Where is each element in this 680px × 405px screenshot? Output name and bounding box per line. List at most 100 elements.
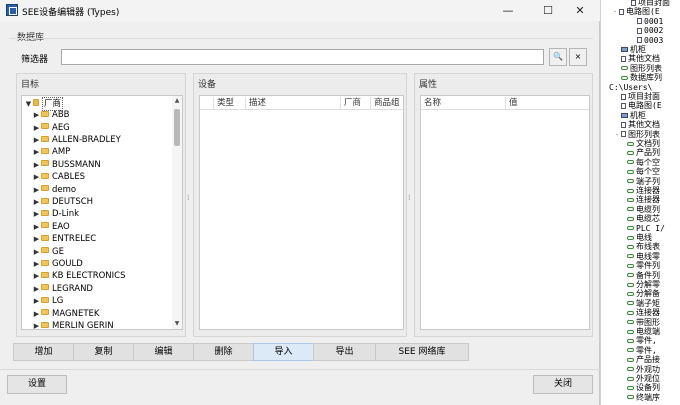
background-tree-row[interactable]: 电线 bbox=[621, 233, 652, 242]
background-tree-row[interactable]: 机柜 bbox=[615, 111, 646, 120]
background-tree-row[interactable]: 零件, bbox=[621, 346, 657, 355]
expand-arrow-icon[interactable]: ▶ bbox=[32, 159, 41, 171]
background-tree-row[interactable]: 分解备 bbox=[621, 289, 660, 298]
background-tree-row[interactable]: 连接器 bbox=[621, 186, 660, 195]
manufacturer-item[interactable]: ▶ LEGRAND bbox=[32, 283, 93, 295]
expand-arrow-icon[interactable]: ▶ bbox=[32, 109, 41, 121]
background-tree-row[interactable]: 文档列 bbox=[621, 139, 660, 148]
background-tree-row[interactable]: 备件列 bbox=[621, 271, 660, 280]
background-tree-row[interactable]: 0001 bbox=[631, 17, 663, 26]
search-icon[interactable]: 🔍 bbox=[549, 48, 567, 66]
background-tree-row[interactable]: 产品列 bbox=[621, 148, 660, 157]
manufacturer-item[interactable]: ▶ CABLES bbox=[32, 171, 85, 183]
manufacturer-item[interactable]: ▶ D-Link bbox=[32, 208, 79, 220]
column-name[interactable]: 名称 bbox=[421, 97, 505, 109]
expand-arrow-icon[interactable]: ▶ bbox=[32, 184, 41, 196]
column-type[interactable]: 类型 bbox=[213, 97, 245, 109]
manufacturer-tree[interactable]: ▼ 厂商 ▶ ABB ▶ AEG ▶ ALLEN-BRADLEY ▶ AMP ▶ BUSSMANN ▶ C… bbox=[21, 95, 183, 330]
manufacturer-item[interactable]: ▶ MERLIN GERIN bbox=[32, 320, 114, 329]
export-button[interactable]: 导出 bbox=[313, 343, 376, 361]
expand-arrow-icon[interactable]: ▶ bbox=[32, 283, 41, 295]
expand-arrow-icon[interactable]: ▶ bbox=[32, 258, 41, 270]
background-tree-row[interactable]: 数据库列 bbox=[615, 73, 662, 82]
background-tree-row[interactable]: 端子矩 bbox=[621, 299, 660, 308]
close-window-button[interactable]: ✕ bbox=[560, 0, 600, 21]
background-tree-row[interactable]: 带图形 bbox=[621, 318, 660, 327]
background-tree-row[interactable]: 项目封面 bbox=[625, 0, 670, 7]
manufacturer-item[interactable]: ▶ DEUTSCH bbox=[32, 196, 93, 208]
manufacturer-item[interactable]: ▶ GOULD bbox=[32, 258, 83, 270]
expand-arrow-icon[interactable]: ▶ bbox=[32, 134, 41, 146]
see-network-library-button[interactable]: SEE 网络库 bbox=[375, 343, 469, 361]
background-tree-row[interactable]: 零件列 bbox=[621, 261, 660, 270]
column-description[interactable]: 描述 bbox=[245, 97, 340, 109]
scroll-down-icon[interactable]: ▼ bbox=[172, 319, 182, 329]
background-tree-row[interactable]: 每个空 bbox=[621, 167, 660, 176]
manufacturer-item[interactable]: ▶ demo bbox=[32, 184, 76, 196]
expand-arrow-icon[interactable]: ▶ bbox=[32, 146, 41, 158]
background-tree-row[interactable]: 设备列 bbox=[621, 383, 660, 392]
background-tree-row[interactable]: 0003 bbox=[631, 36, 663, 45]
expand-arrow-icon[interactable]: ▶ bbox=[32, 122, 41, 134]
splitter-handle[interactable]: ⁞ bbox=[187, 194, 191, 208]
manufacturer-item[interactable]: ▶ GE bbox=[32, 246, 64, 258]
background-tree-row[interactable]: 外观位 bbox=[621, 374, 660, 383]
scroll-thumb[interactable] bbox=[174, 109, 180, 146]
manufacturer-item[interactable]: ▶ BUSSMANN bbox=[32, 159, 101, 171]
manufacturer-item[interactable]: ▶ LG bbox=[32, 295, 64, 307]
background-tree-row[interactable]: - 图形列表 bbox=[615, 130, 660, 139]
background-tree-row[interactable]: 电路图(E bbox=[615, 101, 662, 110]
expand-arrow-icon[interactable]: ▶ bbox=[32, 233, 41, 245]
background-tree-row[interactable]: C:\Users\ bbox=[603, 83, 652, 92]
background-tree-row[interactable]: 布线表 bbox=[621, 242, 660, 251]
background-tree-row[interactable]: 外观功 bbox=[621, 365, 660, 374]
filter-input[interactable] bbox=[61, 49, 544, 65]
expand-arrow-icon[interactable]: ▶ bbox=[32, 196, 41, 208]
background-tree-row[interactable]: 终端序 bbox=[621, 393, 660, 402]
background-tree-row[interactable]: 零件, bbox=[621, 336, 657, 345]
scroll-up-icon[interactable]: ▲ bbox=[172, 96, 182, 106]
property-table[interactable]: 名称 值 bbox=[420, 95, 590, 330]
background-tree-row[interactable]: 产品接 bbox=[621, 355, 660, 364]
tree-scrollbar[interactable]: ▲ ▼ bbox=[172, 96, 182, 329]
close-button[interactable]: 关闭 bbox=[533, 375, 593, 394]
manufacturer-item[interactable]: ▶ MAGNETEK bbox=[32, 308, 100, 320]
expand-arrow-icon[interactable]: ▶ bbox=[32, 171, 41, 183]
manufacturer-item[interactable]: ▶ AEG bbox=[32, 122, 70, 134]
title-bar[interactable]: SEE设备编辑器 (Types) — ☐ ✕ bbox=[0, 0, 600, 21]
background-tree-row[interactable]: 连接器 bbox=[621, 308, 660, 317]
background-tree-row[interactable]: - 电路图(E bbox=[613, 7, 660, 16]
expand-arrow-icon[interactable]: ▶ bbox=[32, 295, 41, 307]
background-tree-row[interactable]: 电线零 bbox=[621, 252, 660, 261]
background-tree-row[interactable]: 其他文档 bbox=[615, 120, 660, 129]
expand-arrow-icon[interactable]: ▶ bbox=[32, 246, 41, 258]
expand-arrow-icon[interactable]: ▶ bbox=[32, 270, 41, 282]
delete-button[interactable]: 删除 bbox=[193, 343, 254, 361]
manufacturer-item[interactable]: ▶ ENTRELEC bbox=[32, 233, 96, 245]
background-tree-row[interactable]: 图形列表 bbox=[615, 64, 662, 73]
expand-arrow-icon[interactable]: ▶ bbox=[32, 308, 41, 320]
manufacturer-item[interactable]: ▶ KB ELECTRONICS bbox=[32, 270, 126, 282]
column-manufacturer[interactable]: 厂商 bbox=[340, 97, 370, 109]
background-tree-row[interactable]: 每个空 bbox=[621, 158, 660, 167]
column-product-group[interactable]: 商品组 bbox=[370, 97, 403, 109]
expand-arrow-icon[interactable]: ▶ bbox=[32, 221, 41, 233]
copy-button[interactable]: 复制 bbox=[73, 343, 134, 361]
minimize-button[interactable]: — bbox=[488, 0, 528, 21]
background-tree-row[interactable]: 分解零 bbox=[621, 280, 660, 289]
background-tree-row[interactable]: 电缆芯 bbox=[621, 214, 660, 223]
background-tree-row[interactable]: 连接器 bbox=[621, 195, 660, 204]
background-tree-row[interactable]: 端子列 bbox=[621, 177, 660, 186]
settings-button[interactable]: 设置 bbox=[7, 375, 67, 394]
manufacturer-item[interactable]: ▶ ALLEN-BRADLEY bbox=[32, 134, 121, 146]
manufacturer-item[interactable]: ▶ AMP bbox=[32, 146, 70, 158]
manufacturer-item[interactable]: ▶ EAO bbox=[32, 221, 70, 233]
clear-filter-button[interactable]: × bbox=[569, 48, 587, 66]
splitter-handle[interactable]: ⁞ bbox=[408, 194, 412, 208]
background-tree-row[interactable]: 0002 bbox=[631, 26, 663, 35]
manufacturer-item[interactable]: ▶ ABB bbox=[32, 109, 70, 121]
edit-button[interactable]: 编辑 bbox=[133, 343, 194, 361]
background-tree-row[interactable]: 电缆列 bbox=[621, 205, 660, 214]
add-button[interactable]: 增加 bbox=[13, 343, 74, 361]
background-tree-row[interactable]: 其他文档 bbox=[615, 54, 660, 63]
